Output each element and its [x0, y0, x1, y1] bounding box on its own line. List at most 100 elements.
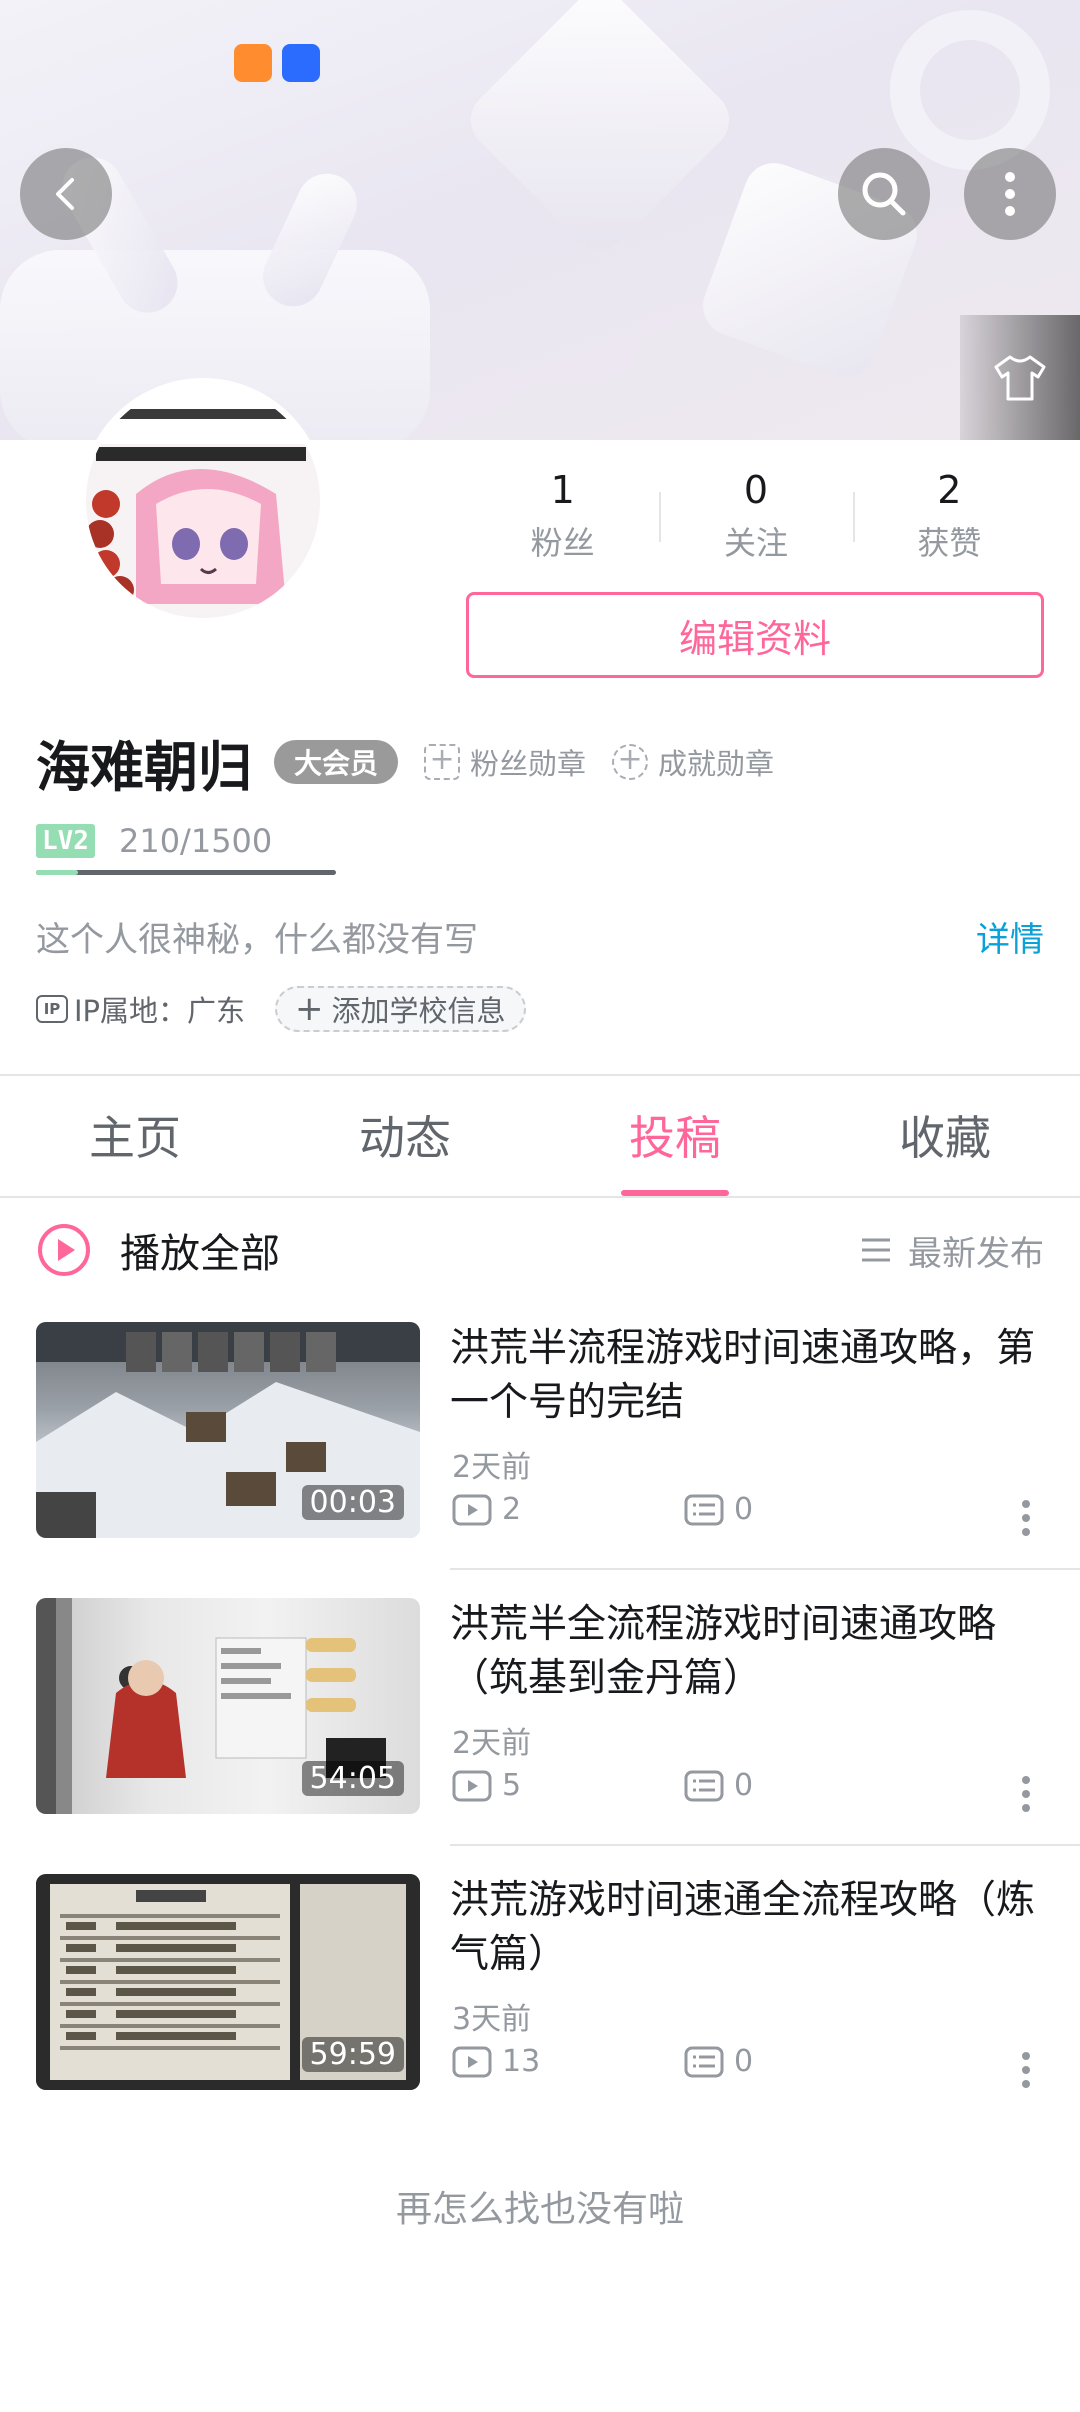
ip-row: IP IP属地：广东 + 添加学校信息 [36, 984, 526, 1034]
more-vertical-icon[interactable] [1012, 2050, 1040, 2090]
comment-count-value: 0 [734, 1492, 754, 1527]
stat-fans[interactable]: 1 粉丝 [466, 462, 659, 572]
ip-icon: IP [36, 995, 68, 1023]
video-thumbnail[interactable]: 00:03 [36, 1322, 420, 1538]
add-medal-icon [424, 742, 461, 780]
sort-label: 最新发布 [908, 1233, 1044, 1274]
play-all-label: 播放全部 [120, 1231, 280, 1277]
play-count-icon [452, 1494, 492, 1525]
play-all-button[interactable]: 播放全部 [36, 1222, 280, 1278]
play-count-value: 2 [502, 1492, 522, 1527]
video-thumbnail[interactable]: 59:59 [36, 1874, 420, 2090]
status-app-icon [282, 44, 320, 82]
video-item[interactable]: 59:59 洪荒游戏时间速通全流程攻略（炼气篇） 3天前 13 0 [0, 1874, 1080, 2090]
add-school-button[interactable]: + 添加学校信息 [275, 986, 526, 1032]
more-vertical-icon [1005, 172, 1015, 216]
video-duration: 00:03 [301, 1485, 404, 1520]
video-time: 2天前 [452, 1450, 532, 1485]
video-duration: 59:59 [301, 2037, 404, 2072]
back-arrow-icon [56, 178, 74, 210]
stat-value: 2 [937, 468, 962, 512]
tab-favorites[interactable]: 收藏 [810, 1078, 1080, 1198]
stat-value: 1 [550, 468, 575, 512]
level-row[interactable]: LV2 210/1500 [36, 822, 272, 860]
username: 海难朝归 [36, 735, 252, 799]
play-count-value: 13 [502, 2044, 541, 2079]
add-achievement-icon [612, 742, 649, 780]
stat-value: 0 [743, 468, 769, 512]
vip-badge[interactable]: 大会员 [274, 740, 399, 784]
comment-icon [684, 2046, 724, 2077]
level-progress-bar [36, 870, 336, 875]
level-exp: 210/1500 [118, 822, 273, 860]
video-duration: 54:05 [301, 1761, 404, 1796]
video-title[interactable]: 洪荒半流程游戏时间速通攻略，第一个号的完结 [450, 1322, 1050, 1430]
detail-link[interactable]: 详情 [976, 912, 1044, 961]
status-bar-icons [234, 44, 320, 82]
play-count-value: 5 [502, 1768, 522, 1803]
stat-following[interactable]: 0 关注 [659, 462, 852, 572]
back-button[interactable] [20, 148, 112, 240]
avatar-image [86, 384, 320, 618]
tabs-divider [0, 1196, 1080, 1198]
tab-home[interactable]: 主页 [0, 1078, 270, 1198]
level-badge: LV2 [36, 824, 95, 858]
fans-medal-button[interactable]: 粉丝勋章 [424, 741, 586, 783]
dress-up-button[interactable] [960, 315, 1080, 440]
play-count-icon [452, 2046, 492, 2077]
comment-count-value: 0 [734, 1768, 754, 1803]
search-button[interactable] [838, 148, 930, 240]
list-divider [450, 1844, 1080, 1846]
video-item[interactable]: 00:03 洪荒半流程游戏时间速通攻略，第一个号的完结 2天前 2 0 [0, 1322, 1080, 1538]
video-meta: 13 0 [452, 2044, 916, 2079]
video-title[interactable]: 洪荒游戏时间速通全流程攻略（炼气篇） [450, 1874, 1050, 1982]
video-meta: 5 0 [452, 1768, 916, 1803]
fans-medal-label: 粉丝勋章 [470, 747, 587, 781]
banner-decoration [890, 10, 1050, 170]
stat-label: 粉丝 [530, 524, 595, 562]
profile-stats: 1 粉丝 0 关注 2 获赞 [466, 462, 1046, 572]
play-count: 13 [452, 2044, 684, 2079]
comment-icon [684, 1494, 724, 1525]
bio-text: 这个人很神秘，什么都没有写 [36, 920, 478, 960]
banner-decoration [458, 0, 742, 262]
edit-profile-button[interactable]: 编辑资料 [466, 592, 1044, 678]
video-time: 3天前 [452, 2002, 532, 2037]
level-progress-fill [36, 870, 78, 875]
video-thumbnail[interactable]: 54:05 [36, 1598, 420, 1814]
tab-uploads[interactable]: 投稿 [540, 1078, 810, 1198]
plus-icon: + [295, 989, 324, 1029]
video-item[interactable]: 54:05 洪荒半全流程游戏时间速通攻略（筑基到金丹篇） 2天前 5 0 [0, 1598, 1080, 1814]
video-title[interactable]: 洪荒半全流程游戏时间速通攻略（筑基到金丹篇） [450, 1598, 1050, 1706]
list-sort-icon [862, 1238, 890, 1262]
stat-label: 关注 [723, 524, 788, 562]
achievement-medal-button[interactable]: 成就勋章 [612, 741, 774, 783]
stat-label: 获赞 [917, 524, 982, 562]
comment-count: 0 [684, 1492, 916, 1527]
more-options-button[interactable] [964, 148, 1056, 240]
profile-tabs: 主页 动态 投稿 收藏 [0, 1078, 1080, 1198]
more-vertical-icon[interactable] [1012, 1498, 1040, 1538]
name-row: 海难朝归 大会员 粉丝勋章 成就勋章 [36, 722, 774, 802]
section-divider [0, 1074, 1080, 1076]
achievement-medal-label: 成就勋章 [658, 747, 775, 781]
more-vertical-icon[interactable] [1012, 1774, 1040, 1814]
tshirt-icon [994, 355, 1046, 400]
comment-count: 0 [684, 1768, 916, 1803]
play-count: 2 [452, 1492, 684, 1527]
avatar[interactable] [80, 378, 326, 624]
comment-icon [684, 1770, 724, 1801]
add-school-label: 添加学校信息 [331, 994, 506, 1028]
profile-banner[interactable] [0, 0, 1080, 440]
play-count-icon [452, 1770, 492, 1801]
ip-location: IP属地：广东 [74, 994, 246, 1028]
status-app-icon [234, 44, 272, 82]
end-of-list-text: 再怎么找也没有啦 [395, 2189, 684, 2230]
sort-button[interactable]: 最新发布 [860, 1222, 1044, 1278]
comment-count: 0 [684, 2044, 916, 2079]
video-time: 2天前 [452, 1726, 532, 1761]
stat-likes[interactable]: 2 获赞 [852, 462, 1046, 572]
tab-dynamics[interactable]: 动态 [270, 1078, 540, 1198]
play-count: 5 [452, 1768, 684, 1803]
play-circle-icon [38, 1224, 90, 1276]
